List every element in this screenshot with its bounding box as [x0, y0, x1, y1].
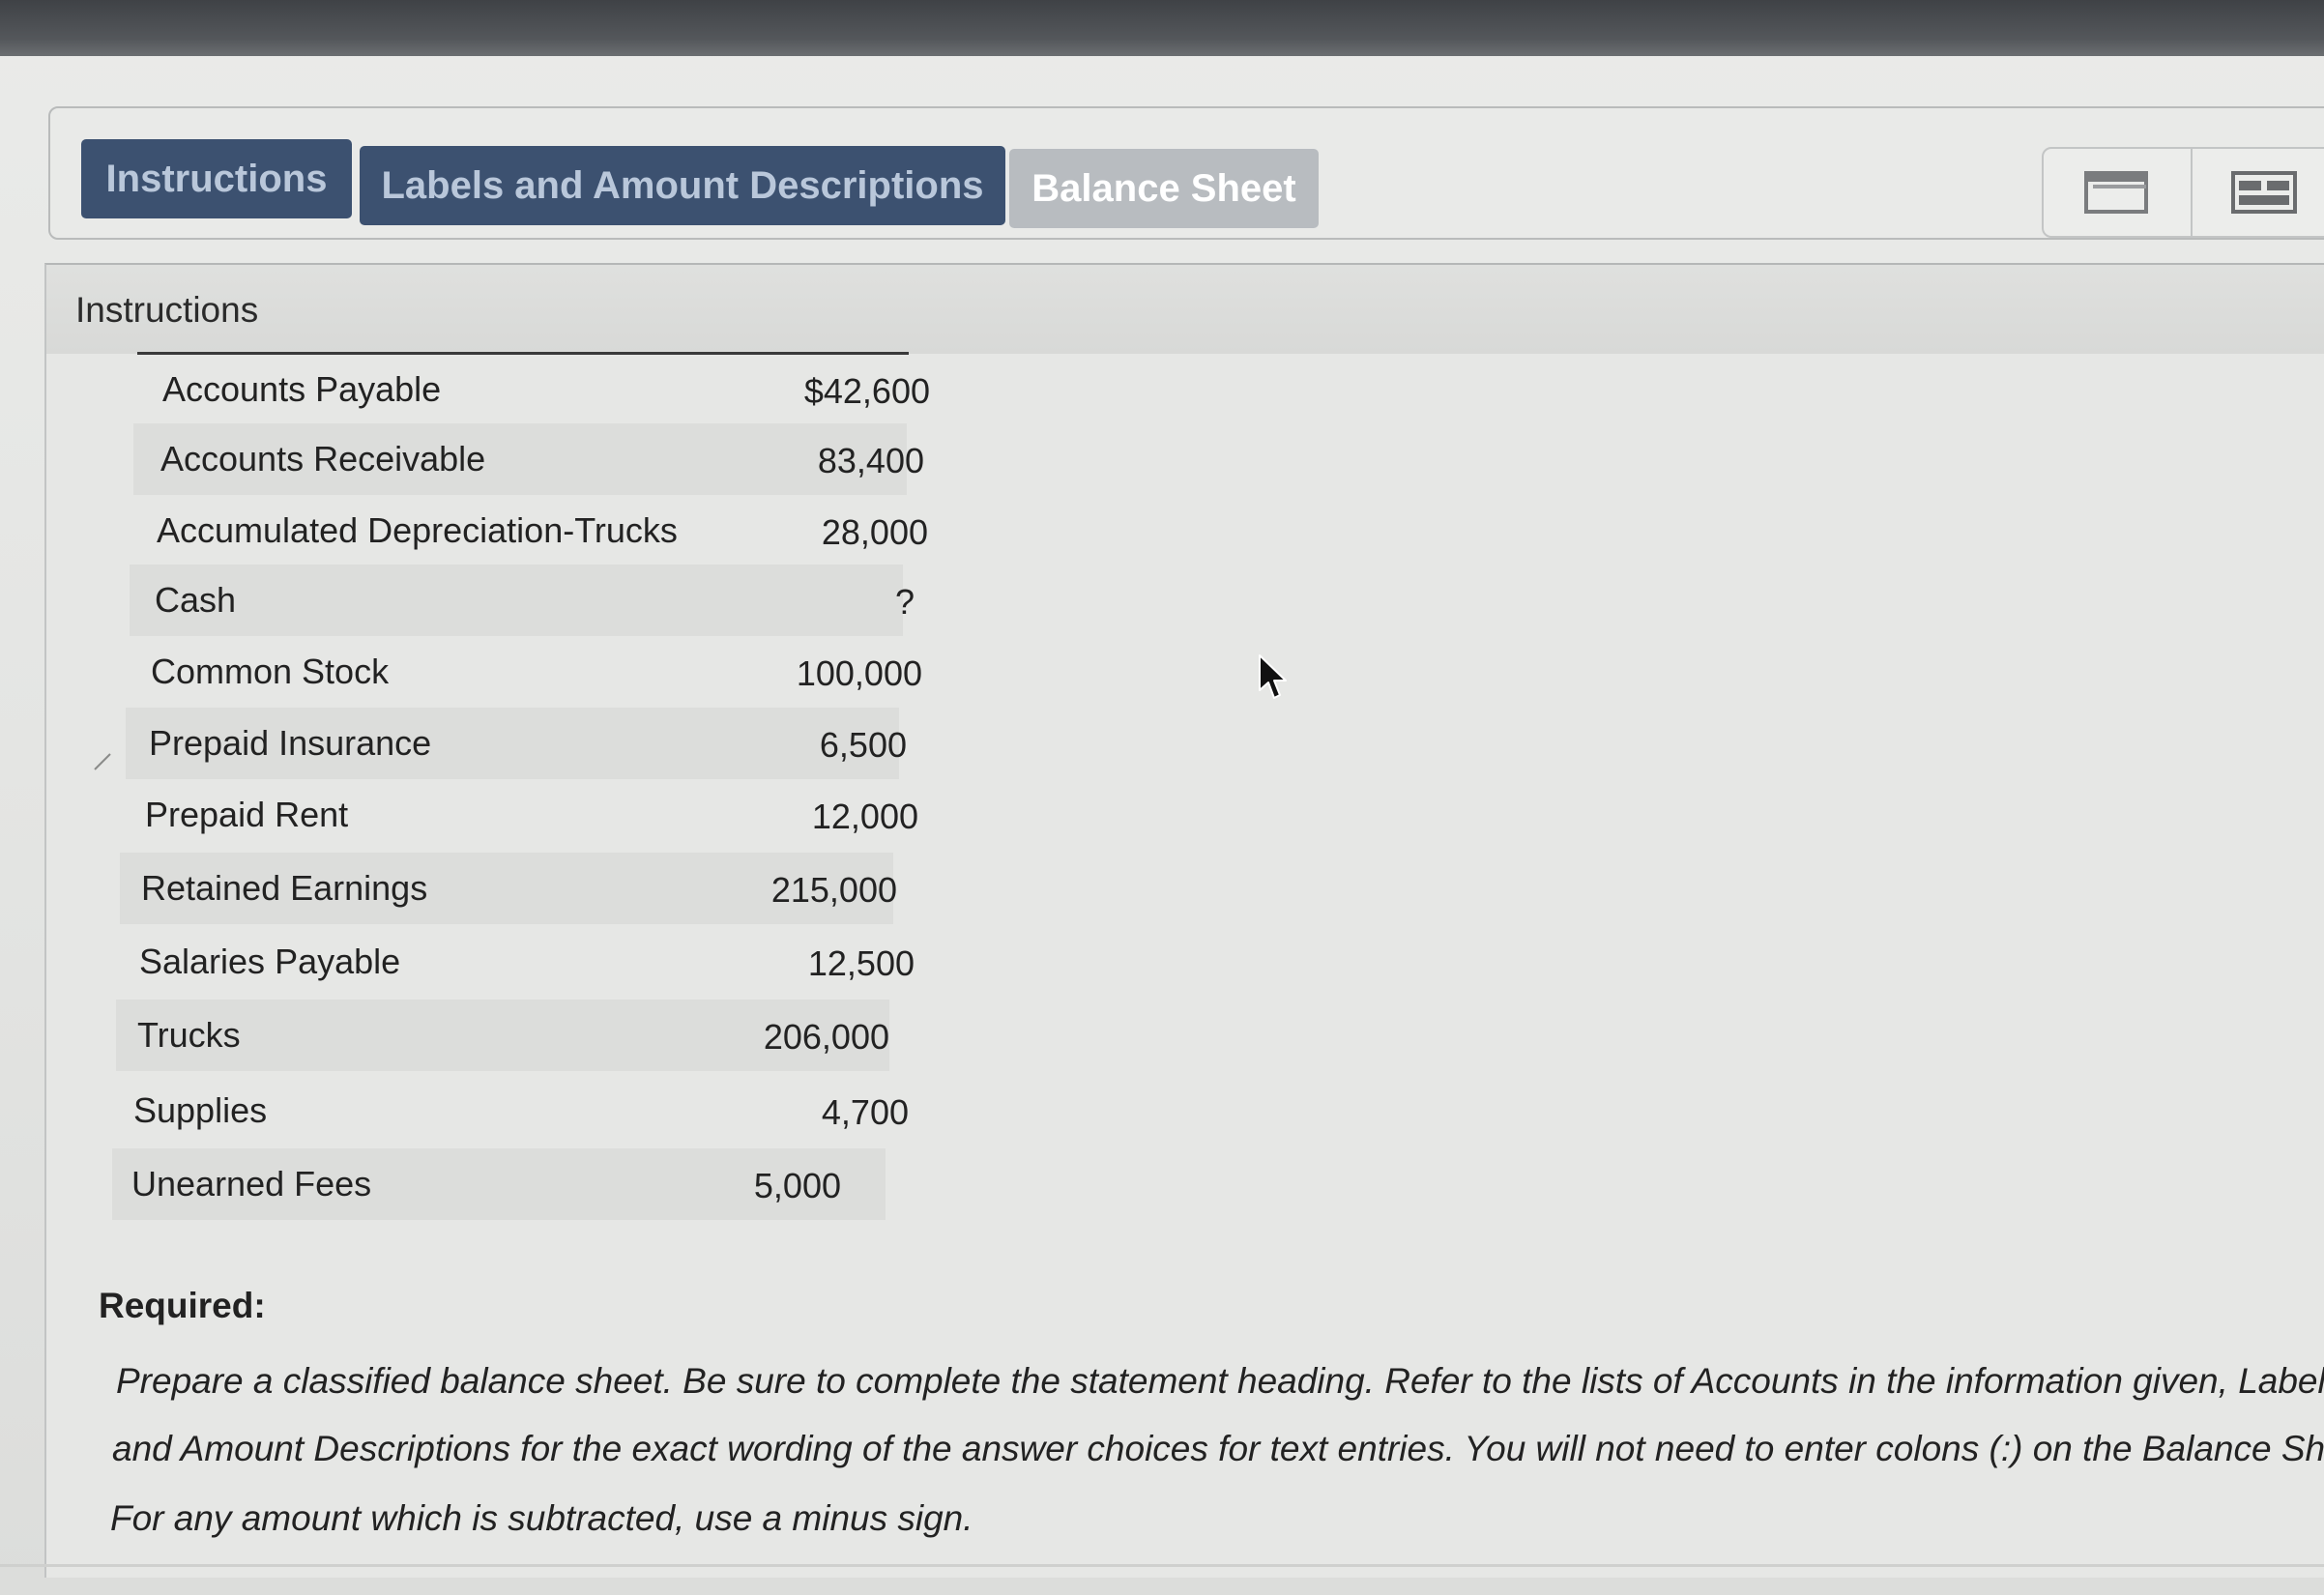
table-row: Supplies 4,700	[106, 1075, 909, 1146]
account-name: Accumulated Depreciation-Trucks	[157, 510, 678, 550]
account-amount: 206,000	[763, 1017, 889, 1057]
account-name: Prepaid Insurance	[149, 723, 432, 763]
account-amount: 4,700	[821, 1092, 909, 1132]
required-text-line: Prepare a classified balance sheet. Be s…	[116, 1361, 2324, 1401]
account-name: Salaries Payable	[139, 942, 401, 981]
account-amount: 5,000	[753, 1166, 841, 1205]
single-view-button[interactable]	[2069, 166, 2165, 220]
table-row: Accounts Receivable 83,400	[133, 423, 924, 495]
account-name: Common Stock	[151, 652, 390, 691]
bottom-divider	[0, 1564, 2324, 1567]
account-name: Supplies	[133, 1090, 268, 1130]
view-toggle	[2042, 147, 2324, 238]
monitor-bezel	[0, 0, 2324, 56]
panel-header: Instructions	[46, 265, 2324, 354]
account-amount: 100,000	[796, 653, 922, 693]
tab-balance-sheet[interactable]: Balance Sheet	[1009, 149, 1319, 228]
tab-instructions[interactable]: Instructions	[81, 139, 352, 218]
account-amount: 6,500	[819, 725, 907, 765]
view-toggle-separator	[2191, 149, 2193, 236]
split-view-icon	[2231, 171, 2297, 214]
account-amount: ?	[894, 582, 915, 622]
single-window-icon	[2084, 171, 2148, 214]
required-text-line: For any amount which is subtracted, use …	[110, 1498, 973, 1538]
table-row: Trucks 206,000	[116, 1000, 889, 1071]
split-view-button[interactable]	[2216, 166, 2312, 220]
table-row: Common Stock 100,000	[106, 636, 922, 708]
mouse-pointer-icon	[1259, 654, 1287, 699]
account-name: Unearned Fees	[131, 1164, 372, 1204]
table-row: Cash ?	[130, 565, 915, 636]
account-amount: $42,600	[803, 371, 930, 411]
table-row: Prepaid Insurance 6,500	[126, 708, 907, 779]
table-row: Accumulated Depreciation-Trucks 28,000	[106, 495, 928, 566]
account-amount: 12,000	[811, 797, 918, 836]
panel-title: Instructions	[75, 290, 259, 330]
table-row: Salaries Payable 12,500	[106, 926, 915, 998]
table-row: Prepaid Rent 12,000	[106, 779, 918, 851]
pen-mark-icon	[94, 753, 111, 770]
tab-labels-and-amount-descriptions[interactable]: Labels and Amount Descriptions	[360, 146, 1005, 225]
account-name: Accounts Payable	[162, 369, 442, 409]
account-name: Prepaid Rent	[145, 795, 349, 834]
account-amount: 12,500	[807, 943, 915, 983]
table-row: Accounts Payable $42,600	[106, 354, 930, 425]
screen: Instructions Labels and Amount Descripti…	[0, 0, 2324, 1595]
table-row: Unearned Fees 5,000	[112, 1148, 886, 1220]
table-row: Retained Earnings 215,000	[120, 853, 897, 924]
account-amount: 215,000	[770, 870, 897, 910]
account-name: Trucks	[137, 1015, 241, 1055]
required-text-line: and Amount Descriptions for the exact wo…	[112, 1429, 2324, 1468]
required-label: Required:	[99, 1286, 266, 1325]
account-name: Accounts Receivable	[160, 439, 486, 478]
account-name: Cash	[155, 580, 237, 620]
account-amount: 83,400	[817, 441, 924, 480]
account-name: Retained Earnings	[141, 868, 428, 908]
account-amount: 28,000	[821, 512, 928, 552]
